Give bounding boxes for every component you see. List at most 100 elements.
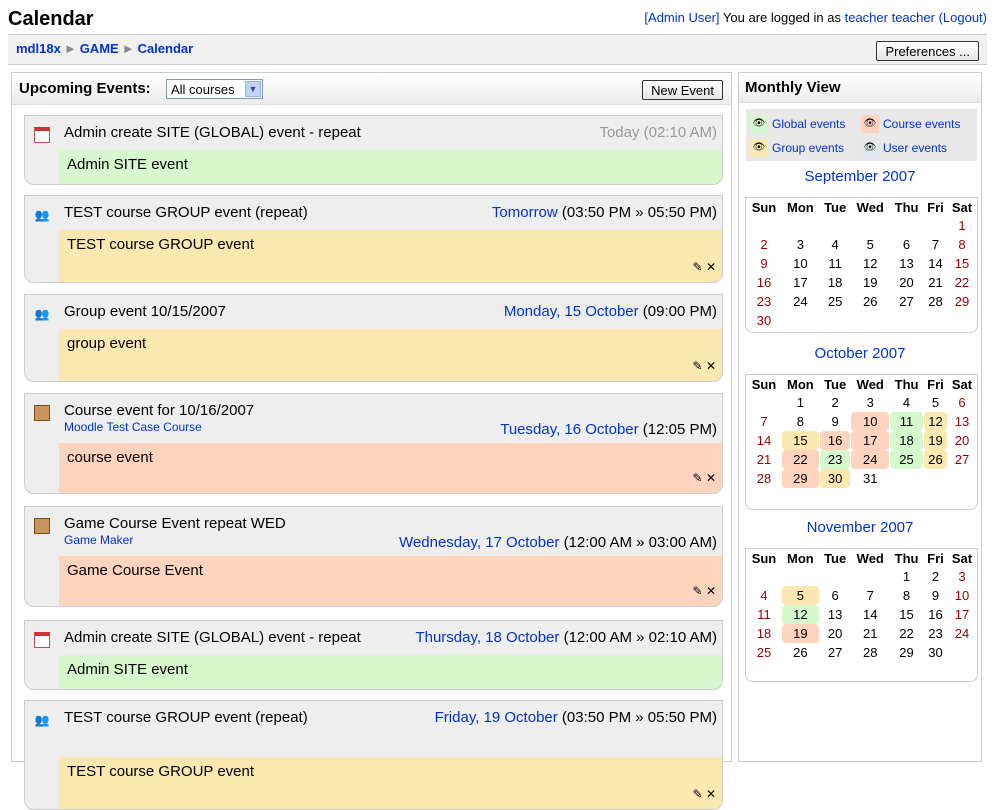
preferences-button[interactable]: Preferences ... <box>876 41 979 61</box>
event-day-link[interactable]: Thursday, 18 October <box>415 629 559 646</box>
calendar-day[interactable]: 24 <box>851 450 890 469</box>
calendar-day[interactable]: 17 <box>851 431 890 450</box>
calendar-day[interactable]: 1 <box>782 393 819 412</box>
calendar-day[interactable]: 4 <box>747 586 781 605</box>
calendar-day[interactable]: 27 <box>890 292 923 311</box>
calendar-day[interactable]: 3 <box>948 567 976 586</box>
calendar-day[interactable]: 6 <box>890 235 923 254</box>
calendar-day[interactable]: 17 <box>782 273 819 292</box>
calendar-day[interactable]: 31 <box>851 469 889 488</box>
course-filter-select[interactable]: All courses ▼ <box>166 79 263 99</box>
event-course-link[interactable]: Game Maker <box>64 533 133 547</box>
month-title[interactable]: September 2007 <box>739 168 981 185</box>
calendar-day[interactable]: 12 <box>924 412 947 431</box>
calendar-day[interactable]: 19 <box>781 624 819 643</box>
calendar-day[interactable]: 28 <box>924 292 947 311</box>
calendar-day[interactable]: 4 <box>820 235 851 254</box>
calendar-day[interactable]: 21 <box>924 273 947 292</box>
legend-group[interactable]: 👁 Group events <box>750 139 844 157</box>
calendar-day[interactable]: 26 <box>782 643 819 662</box>
new-event-button[interactable]: New Event <box>642 80 723 100</box>
calendar-day[interactable]: 22 <box>948 273 976 292</box>
calendar-day[interactable]: 9 <box>747 254 781 273</box>
calendar-day[interactable]: 27 <box>820 643 851 662</box>
calendar-day[interactable]: 5 <box>781 586 819 605</box>
calendar-day[interactable]: 11 <box>747 605 781 624</box>
calendar-day[interactable]: 23 <box>819 450 851 469</box>
calendar-day[interactable]: 28 <box>851 643 889 662</box>
delete-icon[interactable]: ✕ <box>706 359 716 373</box>
calendar-day[interactable]: 30 <box>819 469 851 488</box>
month-title[interactable]: October 2007 <box>739 345 981 362</box>
calendar-day[interactable]: 29 <box>890 643 923 662</box>
calendar-day[interactable]: 29 <box>781 469 819 488</box>
event-course-link[interactable]: Moodle Test Case Course <box>64 420 202 434</box>
calendar-day[interactable]: 7 <box>747 412 781 431</box>
calendar-day[interactable]: 8 <box>948 235 976 254</box>
month-title[interactable]: November 2007 <box>739 519 981 536</box>
breadcrumb-page[interactable]: Calendar <box>138 41 194 56</box>
legend-user[interactable]: 👁 User events <box>861 139 947 157</box>
calendar-day[interactable]: 11 <box>890 412 923 431</box>
delete-icon[interactable]: ✕ <box>706 471 716 485</box>
admin-user-link[interactable]: [Admin User] <box>644 10 719 25</box>
calendar-day[interactable]: 7 <box>924 235 947 254</box>
calendar-day[interactable]: 17 <box>948 605 976 624</box>
calendar-day[interactable]: 12 <box>851 254 889 273</box>
calendar-day[interactable]: 7 <box>851 586 889 605</box>
calendar-day[interactable]: 8 <box>890 586 923 605</box>
calendar-day[interactable]: 27 <box>948 450 976 469</box>
calendar-day[interactable]: 19 <box>851 273 889 292</box>
calendar-day[interactable]: 25 <box>820 292 851 311</box>
calendar-day[interactable]: 26 <box>851 292 889 311</box>
calendar-day[interactable]: 2 <box>747 235 781 254</box>
calendar-day[interactable]: 10 <box>851 412 890 431</box>
calendar-day[interactable]: 19 <box>924 431 947 450</box>
calendar-day[interactable]: 23 <box>747 292 781 311</box>
calendar-day[interactable]: 25 <box>890 450 923 469</box>
edit-icon[interactable]: ✎ <box>693 787 703 801</box>
edit-icon[interactable]: ✎ <box>693 260 703 274</box>
calendar-day[interactable]: 21 <box>851 624 889 643</box>
breadcrumb-course[interactable]: GAME <box>80 41 119 56</box>
logout-link[interactable]: (Logout) <box>939 10 987 25</box>
calendar-day[interactable]: 20 <box>820 624 851 643</box>
calendar-day[interactable]: 15 <box>781 431 819 450</box>
calendar-day[interactable]: 28 <box>747 469 781 488</box>
calendar-day[interactable]: 6 <box>820 586 851 605</box>
delete-icon[interactable]: ✕ <box>706 260 716 274</box>
calendar-day[interactable]: 18 <box>890 431 923 450</box>
calendar-day[interactable]: 11 <box>820 254 851 273</box>
calendar-day[interactable]: 1 <box>948 216 976 235</box>
delete-icon[interactable]: ✕ <box>706 584 716 598</box>
calendar-day[interactable]: 1 <box>890 567 923 586</box>
event-day-link[interactable]: Tuesday, 16 October <box>500 421 638 438</box>
calendar-day[interactable]: 2 <box>820 393 851 412</box>
calendar-day[interactable]: 3 <box>782 235 819 254</box>
calendar-day[interactable]: 15 <box>890 605 923 624</box>
calendar-day[interactable]: 10 <box>948 586 976 605</box>
calendar-day[interactable]: 23 <box>924 624 947 643</box>
delete-icon[interactable]: ✕ <box>706 787 716 801</box>
edit-icon[interactable]: ✎ <box>693 359 703 373</box>
calendar-day[interactable]: 10 <box>782 254 819 273</box>
calendar-day[interactable]: 14 <box>747 431 781 450</box>
event-day-link[interactable]: Wednesday, 17 October <box>399 534 559 551</box>
calendar-day[interactable]: 16 <box>819 431 851 450</box>
calendar-day[interactable]: 21 <box>747 450 781 469</box>
calendar-day[interactable]: 14 <box>924 254 947 273</box>
calendar-day[interactable]: 13 <box>820 605 851 624</box>
calendar-day[interactable]: 25 <box>747 643 781 662</box>
breadcrumb-site[interactable]: mdl18x <box>16 41 61 56</box>
calendar-day[interactable]: 18 <box>820 273 851 292</box>
calendar-day[interactable]: 18 <box>747 624 781 643</box>
calendar-day[interactable]: 15 <box>948 254 976 273</box>
event-day-link[interactable]: Friday, 19 October <box>435 709 558 726</box>
calendar-day[interactable]: 8 <box>782 412 819 431</box>
edit-icon[interactable]: ✎ <box>693 584 703 598</box>
calendar-day[interactable]: 3 <box>851 393 889 412</box>
calendar-day[interactable]: 30 <box>747 311 781 330</box>
user-link[interactable]: teacher teacher <box>845 10 935 25</box>
calendar-day[interactable]: 6 <box>948 393 976 412</box>
calendar-day[interactable]: 4 <box>890 393 923 412</box>
